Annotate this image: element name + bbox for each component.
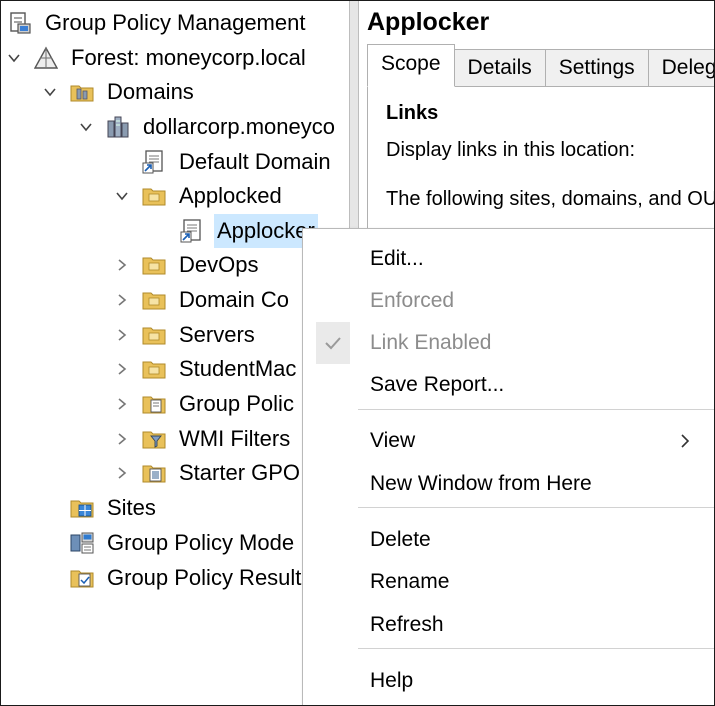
menu-item-help[interactable]: Help <box>303 660 714 702</box>
tree-label: Group Policy Result <box>107 565 302 590</box>
chevron-right-icon[interactable] <box>113 352 131 386</box>
tree-item-domains[interactable]: Domains <box>41 75 197 109</box>
menu-separator <box>358 648 714 649</box>
tree-label: DevOps <box>179 252 259 277</box>
ou-folder-icon <box>141 252 167 278</box>
wmi-filter-folder-icon <box>141 426 167 452</box>
checkmark-icon <box>316 322 350 364</box>
tree-item-wmi-filters[interactable]: WMI Filters <box>113 422 293 456</box>
tree-label: Applocked <box>179 183 282 208</box>
display-links-label: Display links in this location: <box>386 139 635 161</box>
sites-folder-icon <box>69 495 95 521</box>
tree-label: Forest: moneycorp.local <box>71 45 306 70</box>
domains-folder-icon <box>69 79 95 105</box>
context-menu: Edit... Enforced Link Enabled Save Repor… <box>302 228 714 705</box>
tree-item-forest[interactable]: Forest: moneycorp.local <box>5 41 309 75</box>
tree-item-servers[interactable]: Servers <box>113 318 258 352</box>
tab-scope[interactable]: Scope <box>367 44 455 87</box>
domain-icon <box>105 114 131 140</box>
menu-item-edit[interactable]: Edit... <box>303 238 714 280</box>
tree-item-applocker[interactable]: Applocker <box>151 214 318 248</box>
links-heading: Links <box>386 102 439 124</box>
gp-results-folder-icon <box>69 565 95 591</box>
ou-folder-icon <box>141 322 167 348</box>
tree-label: Starter GPO <box>179 460 301 485</box>
tree-item-starter-gpos[interactable]: Starter GPO <box>113 456 303 490</box>
menu-separator <box>358 409 714 410</box>
menu-item-refresh[interactable]: Refresh <box>303 604 714 646</box>
tree-label: Group Policy Management <box>45 10 306 35</box>
tree-item-gp-results[interactable]: Group Policy Result <box>41 561 304 595</box>
tree-label: Domain Co <box>179 287 290 312</box>
menu-item-save-report[interactable]: Save Report... <box>303 364 714 406</box>
tree-label: Default Domain <box>179 149 331 174</box>
starter-gpo-folder-icon <box>141 460 167 486</box>
forest-icon <box>33 45 59 71</box>
gpo-link-icon <box>179 218 205 244</box>
gpmc-window: Group Policy Management Forest: moneycor… <box>0 0 715 706</box>
menu-item-view[interactable]: View <box>303 420 714 462</box>
linked-locations-text: The following sites, domains, and OU <box>386 188 714 210</box>
tree-label: dollarcorp.moneyco <box>143 114 335 139</box>
menu-item-enforced: Enforced <box>370 289 455 312</box>
tree-item-domain[interactable]: dollarcorp.moneyco <box>77 110 338 144</box>
tree-label: WMI Filters <box>179 426 291 451</box>
chevron-right-icon[interactable] <box>113 456 131 490</box>
gp-modeling-icon <box>69 530 95 556</box>
tree-item-applocked[interactable]: Applocked <box>113 179 285 213</box>
tree-item-gpm-root[interactable]: Group Policy Management <box>7 6 308 40</box>
tab-details[interactable]: Details <box>453 49 546 87</box>
menu-item-delete[interactable]: Delete <box>303 519 714 561</box>
tree-label: StudentMac <box>179 356 297 381</box>
menu-separator <box>358 507 714 508</box>
ou-folder-icon <box>141 183 167 209</box>
gpm-console-icon <box>7 10 33 36</box>
tree-label: Sites <box>107 495 156 520</box>
gpo-title: Applocker <box>367 8 490 36</box>
ou-folder-icon <box>141 287 167 313</box>
tree-item-student-machines[interactable]: StudentMac <box>113 352 299 386</box>
tree-label: Group Policy Mode <box>107 530 295 555</box>
chevron-down-icon[interactable] <box>113 179 131 213</box>
chevron-right-icon[interactable] <box>113 283 131 317</box>
chevron-right-icon[interactable] <box>113 318 131 352</box>
submenu-arrow-icon <box>681 434 690 448</box>
gpo-folder-icon <box>141 391 167 417</box>
tree-label: Group Polic <box>179 391 294 416</box>
tree-item-sites[interactable]: Sites <box>41 491 159 525</box>
menu-item-link-enabled: Link Enabled <box>303 322 714 364</box>
tree-item-gp-modeling[interactable]: Group Policy Mode <box>41 526 297 560</box>
chevron-right-icon[interactable] <box>113 422 131 456</box>
tree-item-domain-controllers[interactable]: Domain Co <box>113 283 292 317</box>
tab-delegation[interactable]: Delega <box>647 49 714 87</box>
chevron-down-icon[interactable] <box>41 75 59 109</box>
tree-item-group-policy-objects[interactable]: Group Polic <box>113 387 297 421</box>
tree-item-devops[interactable]: DevOps <box>113 248 261 282</box>
chevron-down-icon[interactable] <box>77 110 95 144</box>
console-tree: Group Policy Management Forest: moneycor… <box>1 1 349 705</box>
chevron-down-icon[interactable] <box>5 41 23 75</box>
tab-strip: Scope Details Settings Delega <box>367 44 714 87</box>
tab-settings[interactable]: Settings <box>544 49 649 87</box>
menu-item-new-window[interactable]: New Window from Here <box>303 463 714 505</box>
chevron-right-icon[interactable] <box>113 248 131 282</box>
gpo-link-icon <box>141 149 167 175</box>
ou-folder-icon <box>141 356 167 382</box>
tree-item-default-domain-policy[interactable]: Default Domain <box>113 145 334 179</box>
tree-label: Servers <box>179 322 255 347</box>
menu-item-rename[interactable]: Rename <box>303 561 714 603</box>
tree-label: Domains <box>107 79 194 104</box>
chevron-right-icon[interactable] <box>113 387 131 421</box>
